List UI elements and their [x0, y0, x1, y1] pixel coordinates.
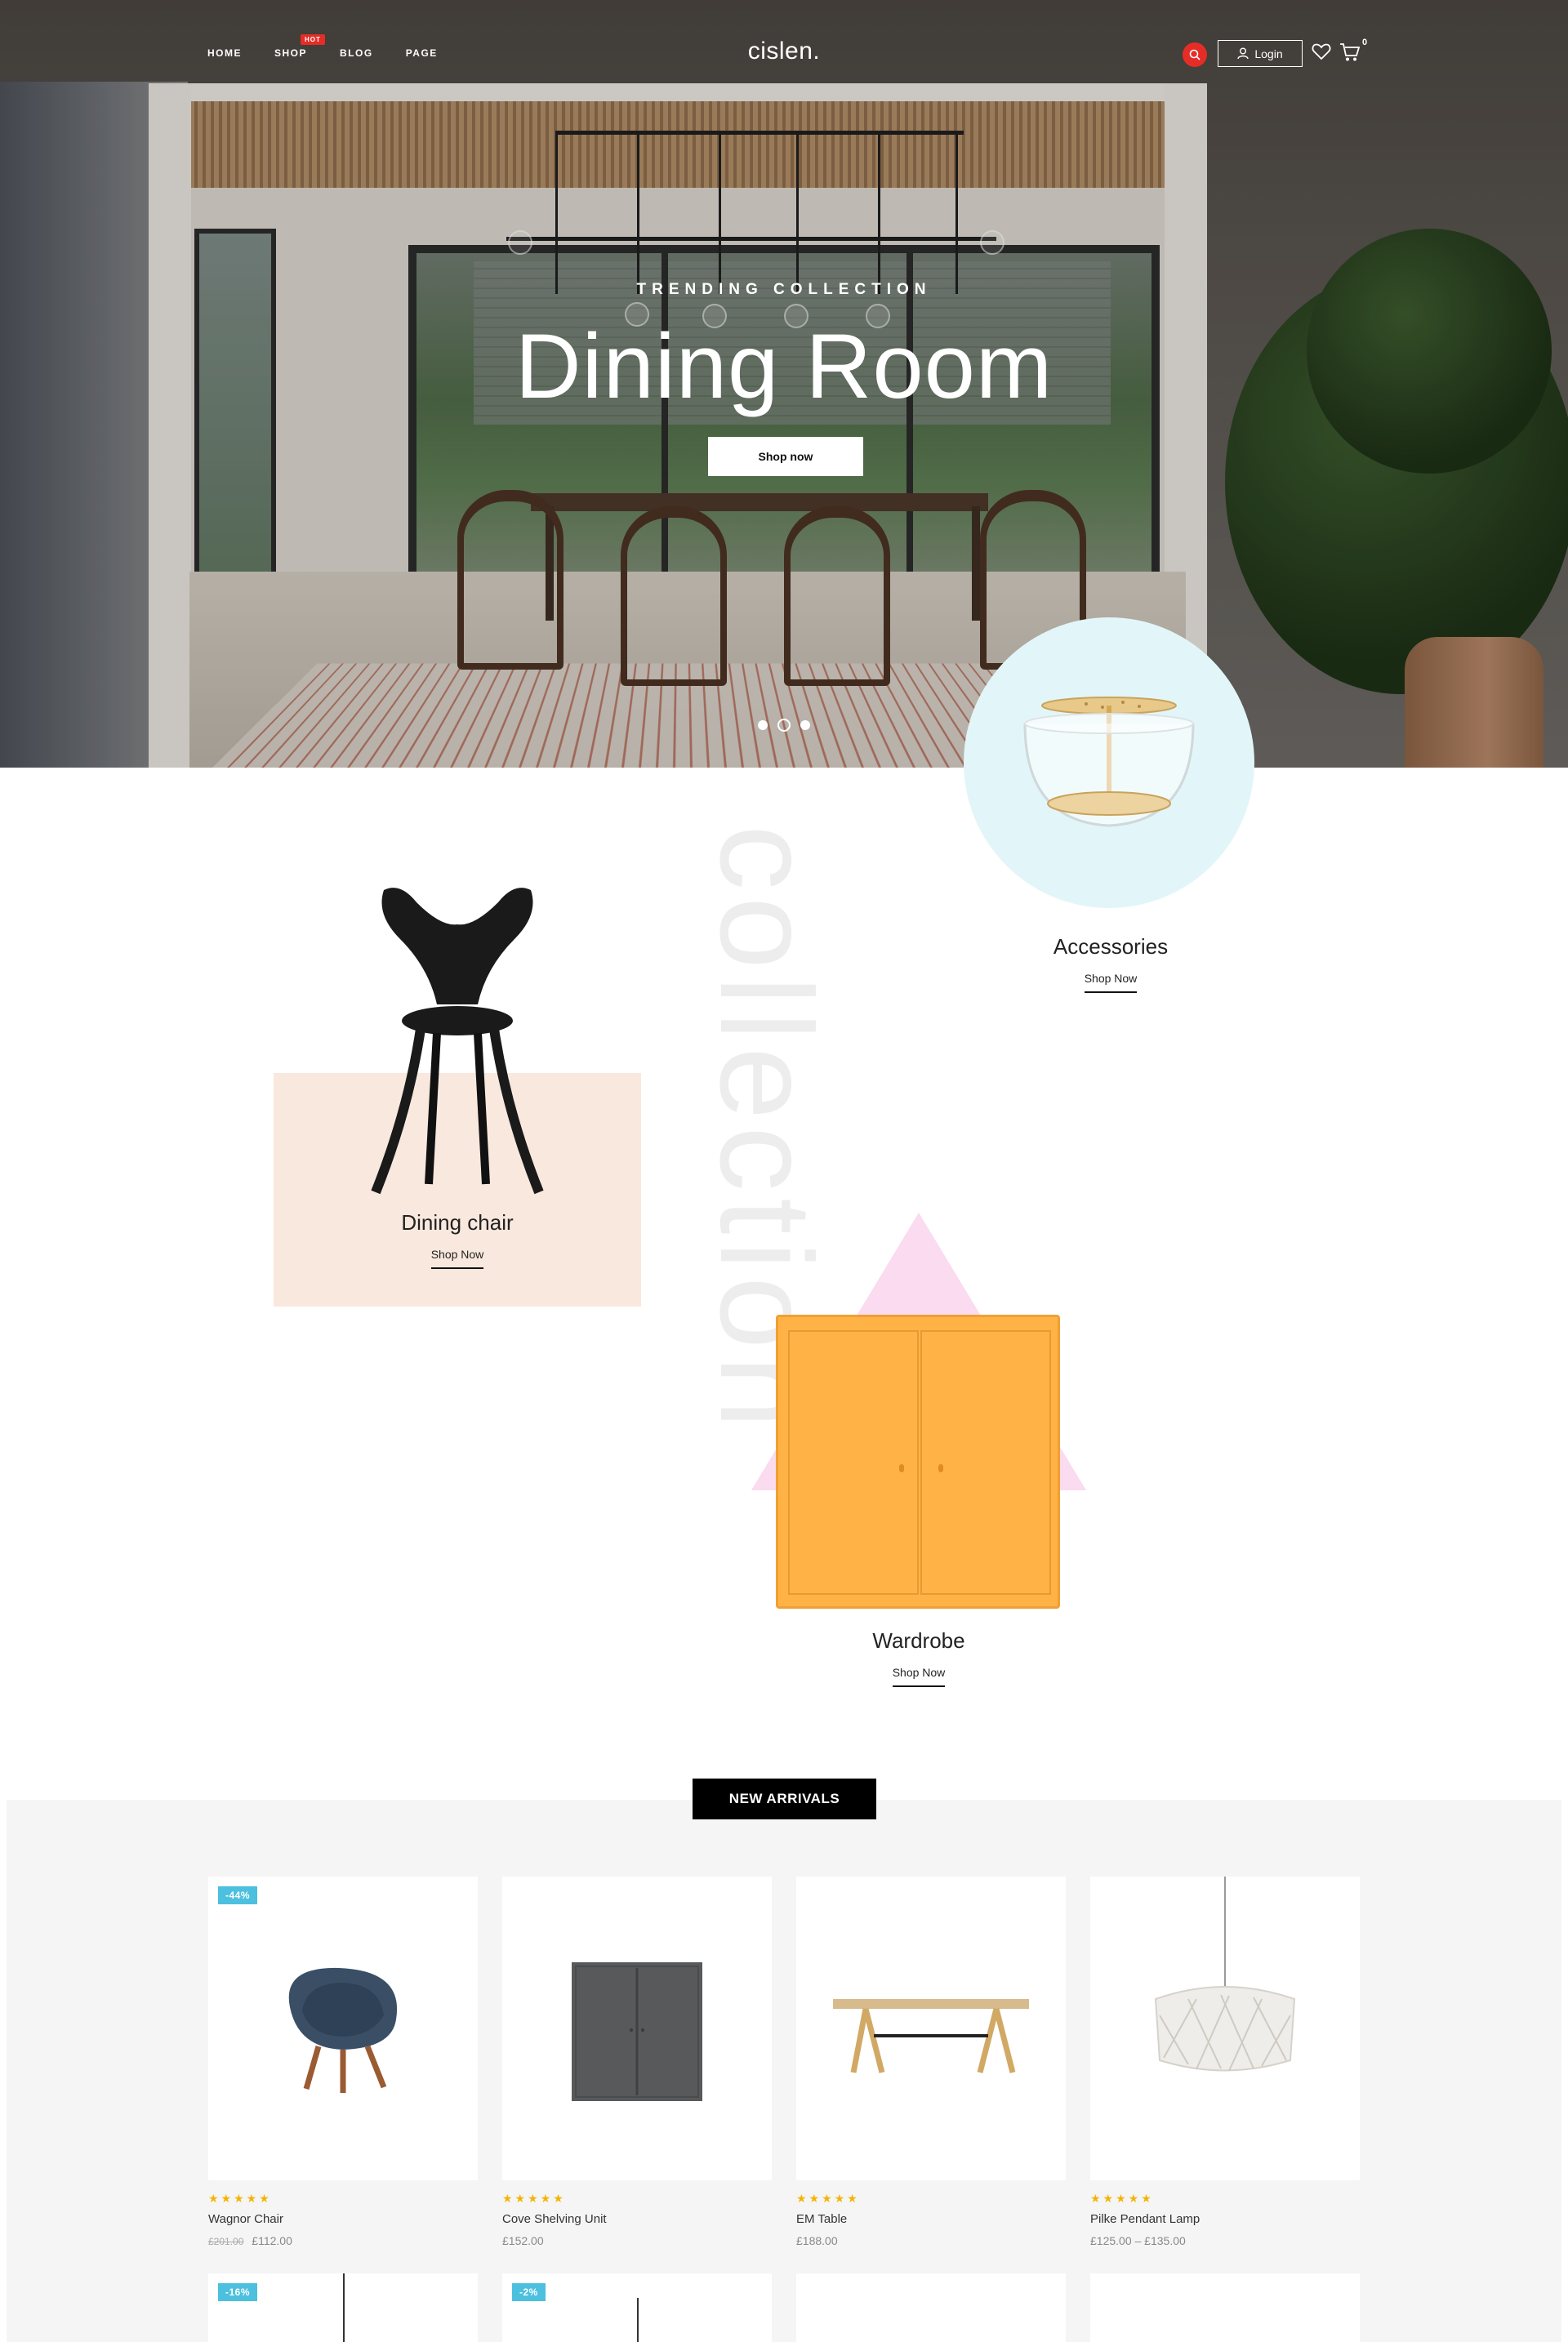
product-card[interactable]: [1090, 2273, 1360, 2342]
glass-bowl-image: [1023, 697, 1195, 827]
product-image[interactable]: [796, 1877, 1066, 2180]
cart-icon[interactable]: [1339, 42, 1361, 62]
lounge-chair-image: [288, 1967, 398, 2093]
dining-chair-title: Dining chair: [401, 1210, 514, 1235]
product-price: £152.00: [502, 2234, 772, 2247]
wardrobe-title: Wardrobe: [872, 1628, 965, 1653]
user-icon: [1237, 47, 1250, 60]
login-label: Login: [1254, 47, 1283, 60]
product-price: £188.00: [796, 2234, 1066, 2247]
rating-stars: ★★★★★: [796, 2192, 860, 2205]
discount-badge: -2%: [512, 2283, 546, 2301]
hero-title: Dining Room: [514, 315, 1054, 417]
product-current-price: £188.00: [796, 2234, 838, 2247]
product-card[interactable]: -44% ★★★★★ Wagnor Chair £201.00 £112.00: [208, 1877, 478, 2247]
product-old-price: £201.00: [208, 2236, 244, 2247]
accessories-circle[interactable]: [964, 617, 1254, 908]
product-current-price: £152.00: [502, 2234, 544, 2247]
accessories-shop-now-link[interactable]: Shop Now: [1029, 972, 1192, 993]
product-image[interactable]: [1090, 2273, 1360, 2342]
hero-eyebrow: TRENDING COLLECTION: [636, 281, 932, 298]
product-image[interactable]: -16%: [208, 2273, 478, 2342]
site-logo[interactable]: cislen.: [0, 38, 1568, 65]
shelving-unit-image: [572, 1962, 702, 2101]
search-button[interactable]: [1183, 42, 1207, 67]
product-current-price: £112.00: [252, 2234, 292, 2247]
product-name[interactable]: Pilke Pendant Lamp: [1090, 2212, 1360, 2226]
product-card[interactable]: ★★★★★ Cove Shelving Unit £152.00: [502, 1877, 772, 2247]
hero-shop-now-button[interactable]: Shop now: [708, 437, 863, 476]
wardrobe-image[interactable]: [776, 1315, 1060, 1609]
login-button[interactable]: Login: [1218, 40, 1303, 67]
dining-chair-shop-now-label: Shop Now: [430, 1248, 484, 1269]
slider-dot-active[interactable]: [777, 719, 791, 732]
pendant-lamp-image: [1154, 1877, 1296, 2072]
slider-dot[interactable]: [758, 720, 768, 730]
product-card[interactable]: ★★★★★ Pilke Pendant Lamp £125.00 – £135.…: [1090, 1877, 1360, 2247]
product-name[interactable]: EM Table: [796, 2212, 1066, 2226]
em-table-image: [833, 1999, 1029, 2073]
product-price: £201.00 £112.00: [208, 2234, 478, 2247]
rating-stars: ★★★★★: [208, 2192, 272, 2205]
slider-dots: [0, 719, 1568, 732]
product-image[interactable]: -44%: [208, 1877, 478, 2180]
product-name[interactable]: Wagnor Chair: [208, 2212, 478, 2226]
discount-badge: -16%: [218, 2283, 258, 2301]
heart-icon[interactable]: [1312, 42, 1331, 60]
dining-chair-shop-now-link[interactable]: Shop Now: [376, 1248, 539, 1269]
slider-dot[interactable]: [800, 720, 810, 730]
product-image[interactable]: [502, 1877, 772, 2180]
product-card[interactable]: ★★★★★ EM Table £188.00: [796, 1877, 1066, 2247]
accessories-title: Accessories: [1053, 934, 1169, 959]
search-icon: [1189, 49, 1200, 60]
product-card[interactable]: -2%: [502, 2273, 772, 2342]
product-image[interactable]: [1090, 1877, 1360, 2180]
cart-count: 0: [1362, 38, 1368, 47]
product-card[interactable]: [796, 2273, 1066, 2342]
dining-chair-image: [371, 888, 544, 1195]
rating-stars: ★★★★★: [1090, 2192, 1154, 2205]
new-arrivals-tab[interactable]: NEW ARRIVALS: [693, 1779, 876, 1819]
hero-slider: HOME SHOP HOT BLOG PAGE cislen. Login 0 T…: [0, 0, 1568, 768]
accessories-shop-now-label: Shop Now: [1084, 972, 1138, 993]
product-card[interactable]: -16%: [208, 2273, 478, 2342]
product-current-price: £125.00 – £135.00: [1090, 2234, 1186, 2247]
discount-badge: -44%: [218, 1886, 258, 1904]
product-price: £125.00 – £135.00: [1090, 2234, 1360, 2247]
product-name[interactable]: Cove Shelving Unit: [502, 2212, 772, 2226]
wardrobe-shop-now-label: Shop Now: [892, 1666, 946, 1687]
wardrobe-shop-now-link[interactable]: Shop Now: [837, 1666, 1000, 1687]
product-image[interactable]: -2%: [502, 2273, 772, 2342]
rating-stars: ★★★★★: [502, 2192, 566, 2205]
product-image[interactable]: [796, 2273, 1066, 2342]
